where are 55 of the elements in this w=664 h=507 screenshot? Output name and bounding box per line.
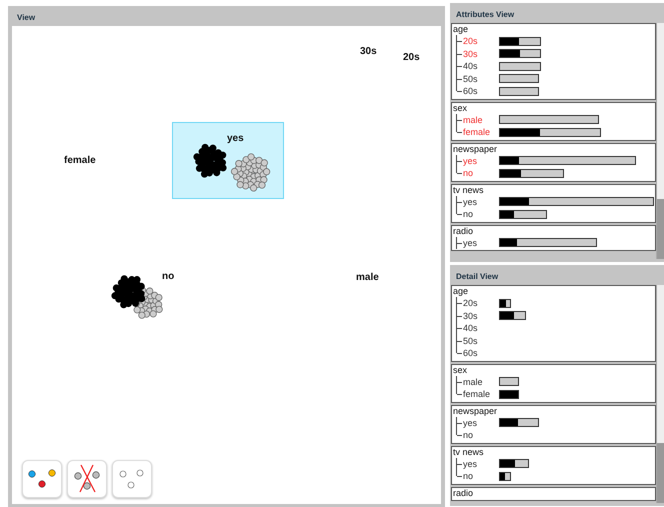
item-label[interactable]: no (463, 471, 499, 482)
bar-track (499, 62, 541, 71)
color-dots-button[interactable] (22, 460, 62, 498)
tree-branch-line (456, 236, 463, 249)
panel-title: Detail View (455, 271, 500, 283)
empty-dots-button[interactable] (112, 460, 152, 498)
bar-track (499, 377, 519, 386)
panel-title: View (16, 12, 36, 24)
group-name[interactable]: tv news (453, 446, 655, 458)
group-name[interactable]: age (453, 24, 655, 35)
item-label[interactable]: 60s (463, 86, 499, 96)
scrollbar[interactable] (656, 23, 664, 259)
item-label[interactable]: no (463, 430, 499, 440)
item-label[interactable]: 40s (463, 61, 499, 72)
item-label[interactable]: 50s (463, 74, 499, 84)
panel-title: Attributes View (455, 9, 516, 21)
item-label[interactable]: male (463, 114, 499, 125)
crossed-dots-icon (73, 464, 101, 494)
item-label[interactable]: no (463, 209, 499, 220)
bar-track (499, 74, 539, 84)
bar-track (499, 86, 539, 96)
item-label[interactable]: female (463, 127, 499, 138)
item-label[interactable]: 20s (463, 298, 499, 308)
group-name[interactable]: radio (453, 488, 655, 498)
group-name[interactable]: age (453, 286, 655, 297)
group-name[interactable]: sex (453, 102, 655, 114)
item-label[interactable]: yes (463, 418, 499, 428)
category-label: male (356, 272, 379, 283)
crossed-dots-button[interactable] (67, 460, 107, 498)
category-label: female (64, 155, 96, 166)
group-name[interactable]: radio (453, 226, 655, 236)
item-label[interactable]: 50s (463, 336, 499, 346)
item-label[interactable]: 20s (463, 36, 499, 46)
group-name[interactable]: newspaper (453, 406, 655, 416)
group-name[interactable]: newspaper (453, 144, 655, 154)
category-label: yes (227, 133, 244, 144)
item-label[interactable]: 30s (463, 310, 499, 321)
item-label[interactable]: yes (463, 458, 499, 469)
empty-dots-icon (118, 468, 146, 490)
group-name[interactable]: sex (453, 364, 655, 376)
item-label[interactable]: yes (463, 238, 499, 248)
category-label: 30s (360, 46, 377, 57)
item-label[interactable]: 60s (463, 348, 499, 358)
item-label[interactable]: yes (463, 156, 499, 166)
item-label[interactable]: 40s (463, 323, 499, 334)
item-label[interactable]: female (463, 389, 499, 400)
group-name[interactable]: tv news (453, 184, 655, 196)
item-label[interactable]: male (463, 376, 499, 387)
item-label[interactable]: yes (463, 196, 499, 207)
color-dots-icon (27, 468, 57, 490)
category-label: no (162, 271, 174, 282)
scrollbar[interactable] (656, 285, 664, 503)
item-label[interactable]: 30s (463, 48, 499, 59)
item-label[interactable]: no (463, 168, 499, 178)
category-label: 20s (403, 52, 420, 63)
